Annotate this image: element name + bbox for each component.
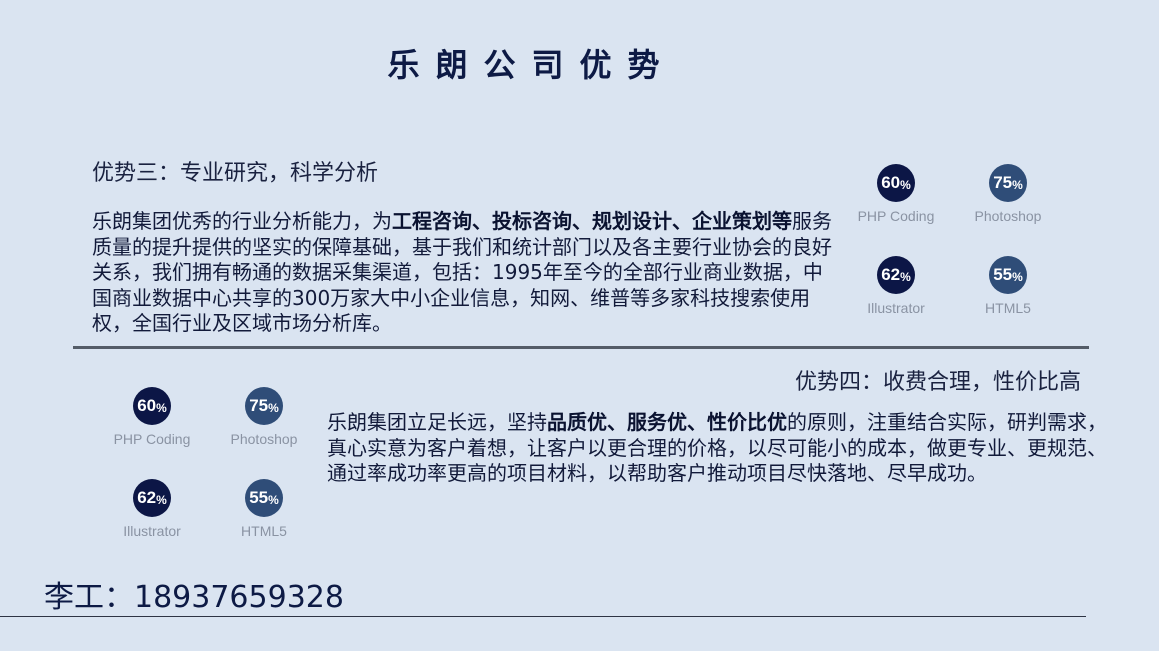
skill-label: HTML5 bbox=[985, 300, 1031, 316]
skill-unit: % bbox=[1012, 177, 1023, 192]
section4-heading: 优势四：收费合理，性价比高 bbox=[795, 370, 1082, 395]
section3-text-0: 乐朗集团优秀的行业分析能力，为 bbox=[92, 209, 392, 233]
skill-value: 62 bbox=[881, 265, 901, 284]
skill-unit: % bbox=[268, 492, 279, 507]
skill-unit: % bbox=[268, 400, 279, 415]
skill-label: Photoshop bbox=[230, 431, 298, 447]
skill-value: 75 bbox=[993, 173, 1013, 192]
section4-paragraph: 乐朗集团立足长远，坚持品质优、服务优、性价比优的原则，注重结合实际，研判需求，真… bbox=[327, 410, 1107, 487]
skill-value: 62 bbox=[137, 488, 157, 507]
section3-text-1-bold: 工程咨询、投标咨询、规划设计、企业策划等 bbox=[392, 209, 792, 233]
section3-heading: 优势三：专业研究，科学分析 bbox=[92, 161, 379, 186]
skill-item: 75% Photoshop bbox=[206, 387, 322, 447]
section4-text-1-bold: 品质优、服务优、性价比优 bbox=[547, 410, 787, 434]
skill-unit: % bbox=[1012, 269, 1023, 284]
skill-circle: 60% bbox=[133, 387, 171, 425]
skill-item: 62% Illustrator bbox=[94, 479, 210, 539]
skill-circle: 60% bbox=[877, 164, 915, 202]
skill-value: 55 bbox=[249, 488, 269, 507]
section4-skills: 60% PHP Coding 75% Photoshop 62% Illustr… bbox=[94, 387, 324, 567]
skill-circle: 55% bbox=[245, 479, 283, 517]
skill-item: 55% HTML5 bbox=[950, 256, 1066, 316]
skill-label: Illustrator bbox=[867, 300, 925, 316]
contact-info: 李工：18937659328 bbox=[44, 580, 344, 615]
skill-value: 55 bbox=[993, 265, 1013, 284]
skill-circle: 62% bbox=[133, 479, 171, 517]
skill-item: 75% Photoshop bbox=[950, 164, 1066, 224]
footer-divider bbox=[0, 616, 1086, 617]
skill-circle: 75% bbox=[245, 387, 283, 425]
skill-unit: % bbox=[900, 177, 911, 192]
skill-item: 60% PHP Coding bbox=[838, 164, 954, 224]
skill-value: 75 bbox=[249, 396, 269, 415]
skill-unit: % bbox=[156, 400, 167, 415]
skill-label: PHP Coding bbox=[113, 431, 191, 447]
skill-unit: % bbox=[900, 269, 911, 284]
page-title: 乐朗公司优势 bbox=[387, 46, 676, 84]
section4-text-0: 乐朗集团立足长远，坚持 bbox=[327, 410, 547, 434]
skill-item: 55% HTML5 bbox=[206, 479, 322, 539]
skill-unit: % bbox=[156, 492, 167, 507]
section3-paragraph: 乐朗集团优秀的行业分析能力，为工程咨询、投标咨询、规划设计、企业策划等服务质量的… bbox=[92, 209, 842, 337]
skill-circle: 62% bbox=[877, 256, 915, 294]
skill-circle: 55% bbox=[989, 256, 1027, 294]
skill-circle: 75% bbox=[989, 164, 1027, 202]
skill-item: 60% PHP Coding bbox=[94, 387, 210, 447]
skill-label: Photoshop bbox=[974, 208, 1042, 224]
skill-label: HTML5 bbox=[241, 523, 287, 539]
skill-value: 60 bbox=[881, 173, 901, 192]
skill-label: Illustrator bbox=[123, 523, 181, 539]
skill-value: 60 bbox=[137, 396, 157, 415]
skill-label: PHP Coding bbox=[857, 208, 935, 224]
section-divider bbox=[73, 346, 1089, 349]
section3-skills: 60% PHP Coding 75% Photoshop 62% Illustr… bbox=[838, 164, 1068, 344]
skill-item: 62% Illustrator bbox=[838, 256, 954, 316]
